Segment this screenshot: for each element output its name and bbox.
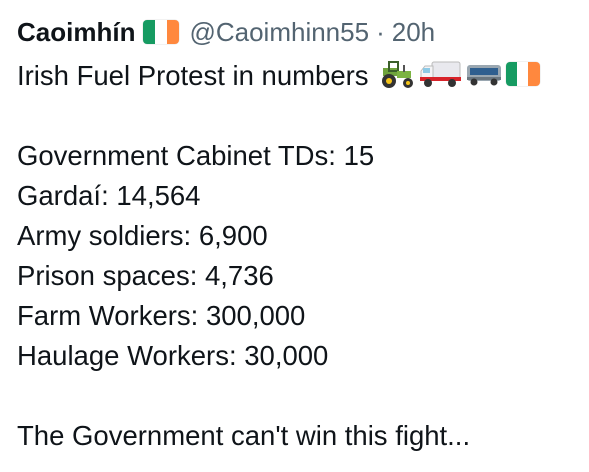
stat-line: Prison spaces: 4,736 [17,260,274,291]
tweet-header: Caoimhín @Caoimhinn55 · 20h [17,14,589,50]
delivery-truck-icon [419,61,461,87]
stat-line: Gardaí: 14,564 [17,180,201,211]
stat-line: Government Cabinet TDs: 15 [17,140,375,171]
display-name[interactable]: Caoimhín [17,17,135,48]
separator-dot: · [376,16,385,47]
tweet-text: Irish Fuel Protest in numbers Government… [17,56,589,456]
title-line: Irish Fuel Protest in numbers [17,56,589,96]
closing-line: The Government can't win this fight... [17,420,471,451]
bus-icon [466,65,501,86]
stat-line: Haulage Workers: 30,000 [17,340,329,371]
title-emojis [379,59,540,89]
tweet: Caoimhín @Caoimhinn55 · 20h Irish Fuel P… [0,0,589,472]
tractor-icon [381,61,413,88]
user-handle[interactable]: @Caoimhinn55 [189,17,369,48]
title-text: Irish Fuel Protest in numbers [17,60,369,91]
timestamp[interactable]: 20h [392,17,435,48]
ireland-flag-icon [505,62,540,86]
ireland-flag-icon [143,20,180,44]
stat-line: Farm Workers: 300,000 [17,300,306,331]
stat-line: Army soldiers: 6,900 [17,220,268,251]
